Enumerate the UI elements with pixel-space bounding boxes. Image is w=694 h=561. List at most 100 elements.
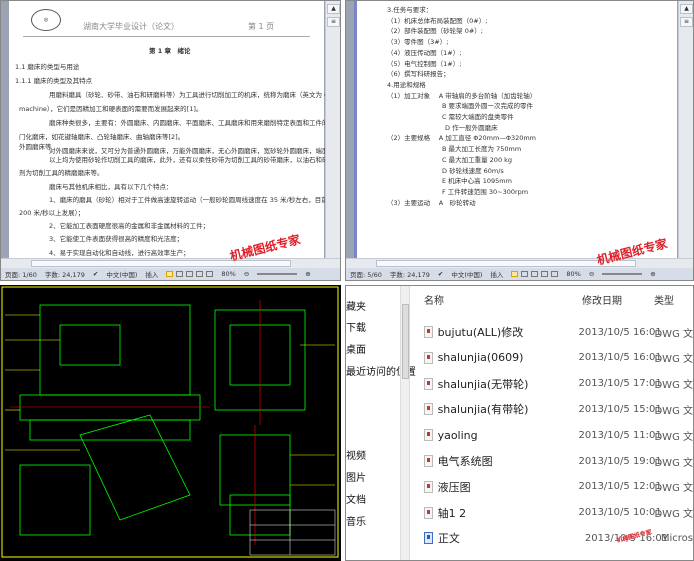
zoom-in-icon[interactable]: ⊕ [305,270,310,278]
spellcheck-icon[interactable]: ✔ [438,270,443,278]
file-date: 2013/10/5 12:01 [578,481,662,493]
file-row[interactable]: 电气系统图 2013/10/5 19:01 DWG 文 [424,451,693,471]
document-line: C 最大加工重量 200 kg [442,155,513,164]
dwg-file-icon [424,480,433,493]
file-type: DWG 文 [654,405,693,417]
file-row[interactable]: 液压图 2013/10/5 12:01 DWG 文 [424,477,693,497]
document-page[interactable]: 3.任务与要求： （1）机床总体布局装配图（0#）; （2）部件装配图（砂轮架 0#… [354,1,677,258]
document-line: 1.1 磨床的类型与用途 [15,63,80,71]
document-line: 200 米/秒以上发展）； [19,209,85,217]
nav-item[interactable]: 下载 [346,319,366,334]
file-type: DWG 文 [654,431,693,443]
header-page: 第 1 页 [248,22,275,31]
document-line: 外圆磨床等 [19,143,52,151]
document-line: （3）零件图（3#）; [387,38,449,47]
zoom-out-icon[interactable]: ⊖ [589,270,594,278]
navigation-pane: 藏夹 下载 桌面 最近访问的位置 视频 图片 文档 音乐 [346,286,416,560]
nav-item[interactable]: 桌面 [346,341,366,356]
horizontal-scrollbar[interactable] [1,258,340,268]
file-date: 2013/10/5 19:01 [578,455,662,467]
insert-mode[interactable]: 插入 [145,269,158,279]
file-name: shalunjia(0609) [437,351,524,365]
document-line: C 需较大端面的盘类零件 [442,113,514,121]
column-header-type[interactable]: 类型 [654,292,674,307]
file-date: 2013/10/5 16:01 [578,352,662,364]
file-row[interactable]: bujutu(ALL)修改 2013/10/5 16:01 DWG 文 [424,322,693,342]
document-line: （3）主要运动 A 砂轮转动 [387,198,476,207]
vertical-scrollbar[interactable]: ▲ ≡ [325,1,340,258]
spellcheck-icon[interactable]: ✔ [93,270,98,278]
document-line: 门化磨床，如花键轴磨床、凸轮轴磨床、曲轴磨床等[2]。 [19,133,185,141]
document-line: （4）液压传动图（1#）; [387,48,462,57]
file-name: 电气系统图 [437,455,493,468]
nav-item[interactable]: 藏夹 [346,298,366,313]
file-type: DWG 文 [654,483,693,495]
status-bar: 页面: 5/60 字数: 24,179 ✔ 中文(中国) 插入 80% ⊖ ⊕ [346,268,693,280]
zoom-in-icon[interactable]: ⊕ [650,270,655,278]
file-row[interactable]: 轴1 2 2013/10/5 10:01 DWG 文 [424,503,693,523]
zoom-level[interactable]: 80% [221,270,235,278]
zoom-level[interactable]: 80% [566,270,580,278]
document-line: machine），它们是因精加工和硬表面的需要而发展起来的[1]。 [19,105,203,113]
zoom-slider[interactable] [257,273,298,275]
document-line: 4.用途和规格 [387,80,426,89]
document-line: 3.任务与要求： [387,6,433,14]
file-row[interactable]: shalunjia(有带轮) 2013/10/5 15:01 DWG 文 [424,399,693,419]
vertical-scrollbar[interactable]: ▲ ≡ [678,1,693,258]
horizontal-scrollbar[interactable] [346,258,693,268]
file-row[interactable]: shalunjia(0609) 2013/10/5 16:01 DWG 文 [424,348,693,368]
header-title: 湖南大学毕业设计（论文） [83,22,179,31]
dwg-file-icon [424,403,433,416]
file-row[interactable]: 正文 2013/10/5 16:01 Micros [424,528,693,548]
document-line: D 作一般外圆磨床 [445,123,498,132]
file-type: DWG 文 [654,509,693,521]
document-line: （2）部件装配图（砂轮架 0#）; [387,27,483,36]
dwg-file-icon [424,326,433,338]
centerlines [10,300,261,545]
word-count[interactable]: 字数: 24,179 [45,269,85,279]
word-file-icon [424,532,433,545]
file-name: yaoling [437,428,478,442]
document-line: B 要求端面外圆一次完成的零件 [442,102,534,111]
cad-drawing [0,285,341,561]
file-date: 2013/10/5 16:01 [578,326,662,338]
file-type: DWG 文 [654,457,693,469]
insert-mode[interactable]: 插入 [490,269,503,279]
file-row[interactable]: shalunjia(无带轮) 2013/10/5 17:01 DWG 文 [424,374,693,394]
university-logo: ◎ [31,9,61,31]
language[interactable]: 中文(中国) [451,269,482,279]
document-line: （1）加工对象 A 带轴肩的多台阶轴（加齿轮轴） [387,91,537,100]
file-date: 2013/10/5 15:01 [578,403,662,415]
file-row[interactable]: yaoling 2013/10/5 11:01 DWG 文 [424,425,693,445]
view-buttons[interactable] [166,271,214,277]
language[interactable]: 中文(中国) [106,269,137,279]
zoom-slider[interactable] [602,273,643,275]
file-name: shalunjia(无带轮) [437,377,529,391]
file-name: bujutu(ALL)修改 [437,326,524,339]
nav-item[interactable]: 音乐 [346,513,366,528]
document-page[interactable]: ◎ 湖南大学毕业设计（论文） 第 1 页 第 1 章 绪论 1.1 磨床的类型与用… [9,1,340,280]
document-line: 剂为切削工具的精磨磨床等。 [19,169,104,178]
nav-item[interactable]: 视频 [346,447,366,462]
zoom-out-icon[interactable]: ⊖ [244,270,249,278]
dwg-file-icon [424,351,433,364]
page-count: 页面: 1/60 [5,271,37,279]
word-document-window-1: ◎ 湖南大学毕业设计（论文） 第 1 页 第 1 章 绪论 1.1 磨床的类型与用… [0,0,341,281]
page-count: 页面: 5/60 [350,271,382,279]
document-line: 磨床与其他机床相比，具有以下几个特点： [49,182,173,191]
document-line: （1）机床总体布局装配图（0#）; [387,16,488,25]
column-header-date[interactable]: 修改日期 [582,292,622,307]
nav-item[interactable]: 文档 [346,491,366,506]
column-header-name[interactable]: 名称 [424,292,444,307]
document-line: （6）撰写科研报告； [387,70,450,79]
cad-drawing-canvas [1,286,339,558]
file-type: DWG 文 [654,328,693,340]
document-line: 1、磨床的磨具（砂轮）相对于工件做高速旋转运动（一般砂轮圆周线速度在 35 米/… [49,195,341,204]
document-line: 磨床种类很多，主要有：外圆磨床、内圆磨床、平面磨床、工具磨床和用来磨削特定表面和… [49,119,335,127]
view-buttons[interactable] [511,271,559,277]
word-count[interactable]: 字数: 24,179 [390,269,430,279]
nav-scrollbar[interactable] [400,286,410,560]
status-bar: 页面: 1/60 字数: 24,179 ✔ 中文(中国) 插入 80% ⊖ ⊕ [1,268,340,280]
machine-front-view [19,304,306,536]
nav-item[interactable]: 图片 [346,469,366,484]
